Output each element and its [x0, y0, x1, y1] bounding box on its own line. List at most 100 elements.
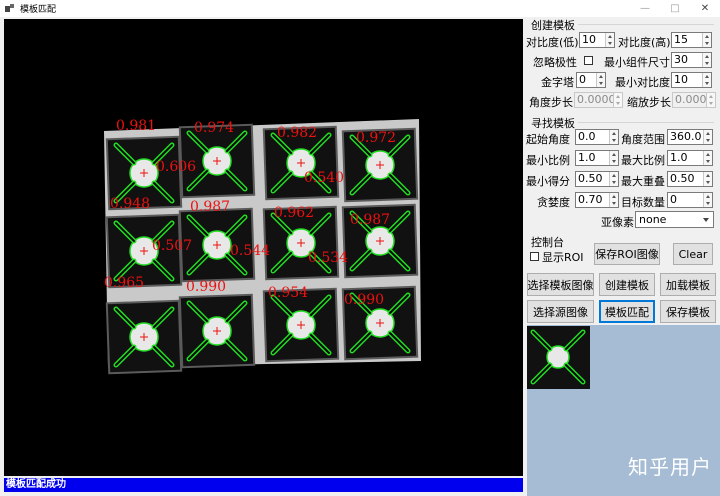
contrast-low-value: 10 — [582, 33, 596, 46]
score-label: 0.965 — [104, 275, 144, 291]
create-group-title: 创建模板 — [531, 19, 575, 32]
min-component-input[interactable]: 30 — [671, 52, 712, 68]
min-contrast-label: 最小对比度 — [615, 76, 670, 89]
pyramid-input[interactable]: 0 — [576, 72, 606, 88]
start-angle-value: 0.0 — [578, 130, 596, 143]
num-matches-value: 0 — [670, 193, 677, 206]
spin-icon[interactable] — [596, 73, 605, 87]
minimize-button[interactable]: — — [630, 0, 660, 17]
pyramid-label: 金字塔 — [541, 76, 574, 89]
create-template-button[interactable]: 创建模板 — [599, 273, 655, 296]
watermark-text: 知乎用户 — [628, 455, 712, 479]
close-button[interactable]: ✕ — [690, 0, 720, 17]
ignore-polarity-label: 忽略极性 — [533, 56, 577, 69]
min-contrast-value: 10 — [674, 73, 688, 86]
template-match — [105, 299, 183, 375]
maximize-button[interactable]: □ — [660, 0, 690, 17]
window-controls: — □ ✕ — [630, 0, 720, 17]
app-icon — [5, 3, 15, 14]
score-label: 0.990 — [344, 292, 384, 308]
score-label: 0.990 — [186, 279, 226, 295]
spin-icon[interactable] — [706, 93, 715, 107]
start-angle-label: 起始角度 — [526, 133, 570, 146]
start-angle-input[interactable]: 0.0 — [575, 129, 619, 145]
score-label: 0.954 — [268, 285, 308, 301]
max-overlap-value: 0.50 — [670, 172, 695, 185]
score-label: 0.534 — [308, 250, 348, 266]
ignore-polarity-checkbox[interactable] — [584, 56, 593, 65]
spin-icon[interactable] — [609, 172, 618, 186]
angle-range-value: 360.0 — [670, 130, 702, 143]
max-scale-label: 最大比例 — [621, 154, 665, 167]
find-group-divider — [578, 122, 714, 123]
match-result-image: 0.981 0.974 0.982 0.972 0.606 0.540 0.948 0.987… — [104, 118, 421, 375]
score-label: 0.606 — [156, 159, 196, 175]
spin-icon[interactable] — [609, 151, 618, 165]
min-score-label: 最小得分 — [526, 175, 570, 188]
title-bar: 模板匹配 — □ ✕ — [0, 0, 720, 17]
subpixel-select[interactable]: none — [635, 211, 714, 228]
score-label: 0.962 — [274, 205, 314, 221]
score-label: 0.540 — [304, 170, 344, 186]
spin-icon[interactable] — [703, 151, 712, 165]
greediness-value: 0.70 — [578, 193, 603, 206]
save-template-button[interactable]: 保存模板 — [660, 300, 716, 323]
contrast-low-label: 对比度(低) — [526, 36, 579, 49]
spin-icon[interactable] — [703, 130, 712, 144]
max-scale-input[interactable]: 1.0 — [667, 150, 713, 166]
clear-button[interactable]: Clear — [673, 243, 713, 265]
angle-step-input[interactable]: 0.0000 — [574, 92, 623, 108]
spin-icon[interactable] — [613, 93, 622, 107]
greediness-label: 贪婪度 — [537, 196, 570, 209]
angle-step-value: 0.0000 — [577, 93, 616, 106]
image-viewport[interactable]: 0.981 0.974 0.982 0.972 0.606 0.540 0.948 0.987… — [4, 19, 523, 476]
min-contrast-input[interactable]: 10 — [671, 72, 712, 88]
chevron-down-icon — [703, 218, 709, 222]
min-scale-input[interactable]: 1.0 — [575, 150, 619, 166]
max-scale-value: 1.0 — [670, 151, 688, 164]
find-group-title: 寻找模板 — [531, 117, 575, 130]
contrast-low-input[interactable]: 10 — [579, 32, 615, 48]
min-scale-value: 1.0 — [578, 151, 596, 164]
scale-step-label: 缩放步长 — [627, 96, 671, 109]
template-match-button[interactable]: 模板匹配 — [599, 300, 655, 323]
spin-icon[interactable] — [609, 130, 618, 144]
min-scale-label: 最小比例 — [526, 154, 570, 167]
status-bar: 模板匹配成功 — [4, 478, 523, 492]
contrast-high-input[interactable]: 15 — [671, 32, 712, 48]
score-label: 0.987 — [190, 199, 230, 215]
max-overlap-input[interactable]: 0.50 — [667, 171, 713, 187]
template-match — [178, 293, 256, 369]
load-template-button[interactable]: 加载模板 — [660, 273, 716, 296]
spin-icon[interactable] — [702, 33, 711, 47]
show-roi-checkbox[interactable] — [530, 252, 539, 261]
template-thumbnail — [527, 326, 590, 389]
num-matches-input[interactable]: 0 — [667, 192, 713, 208]
spin-icon[interactable] — [609, 193, 618, 207]
score-label: 0.981 — [116, 118, 156, 134]
score-label: 0.982 — [277, 125, 317, 141]
score-label: 0.507 — [152, 238, 192, 254]
spin-icon[interactable] — [703, 172, 712, 186]
contrast-high-label: 对比度(高) — [618, 36, 671, 49]
min-score-value: 0.50 — [578, 172, 603, 185]
min-component-value: 30 — [674, 53, 688, 66]
score-label: 0.974 — [194, 120, 234, 136]
min-score-input[interactable]: 0.50 — [575, 171, 619, 187]
spin-icon[interactable] — [703, 193, 712, 207]
score-label: 0.948 — [110, 196, 150, 212]
spin-icon[interactable] — [702, 53, 711, 67]
save-roi-button[interactable]: 保存ROI图像 — [594, 243, 660, 265]
scale-step-input[interactable]: 0.0000 — [672, 92, 716, 108]
subpixel-value: none — [639, 213, 667, 226]
board: 0.981 0.974 0.982 0.972 0.606 0.540 0.948 0.987… — [104, 118, 421, 375]
select-source-image-button[interactable]: 选择源图像 — [527, 300, 594, 323]
angle-range-input[interactable]: 360.0 — [667, 129, 713, 145]
select-template-image-button[interactable]: 选择模板图像 — [527, 273, 594, 296]
num-matches-label: 目标数量 — [621, 196, 665, 209]
spin-icon[interactable] — [605, 33, 614, 47]
window-title: 模板匹配 — [20, 5, 57, 15]
greediness-input[interactable]: 0.70 — [575, 192, 619, 208]
max-overlap-label: 最大重叠 — [621, 175, 665, 188]
spin-icon[interactable] — [702, 73, 711, 87]
